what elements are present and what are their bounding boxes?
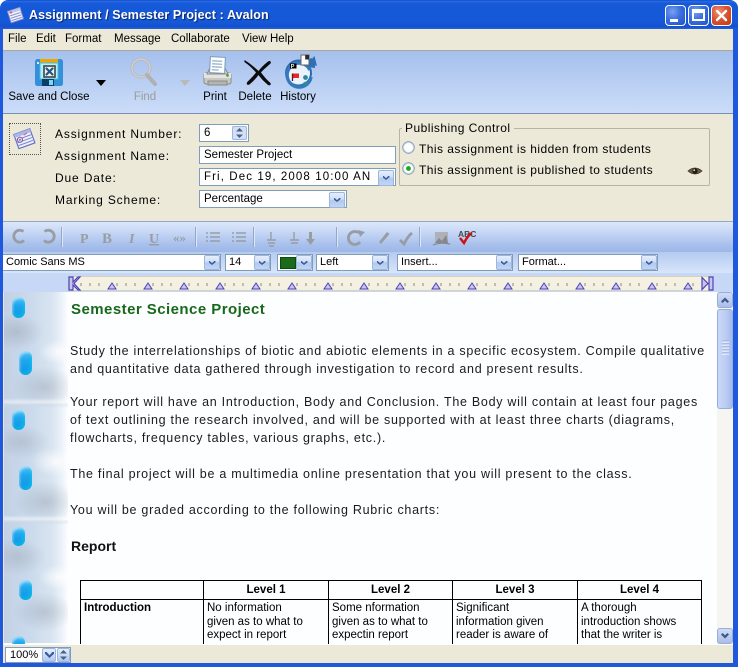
svg-text:U: U <box>149 232 159 247</box>
svg-text:B: B <box>102 231 112 247</box>
svg-text:P: P <box>291 64 295 70</box>
svg-text:P: P <box>80 232 89 247</box>
svg-text:I: I <box>128 232 135 247</box>
svg-text:«»: «» <box>173 230 186 245</box>
